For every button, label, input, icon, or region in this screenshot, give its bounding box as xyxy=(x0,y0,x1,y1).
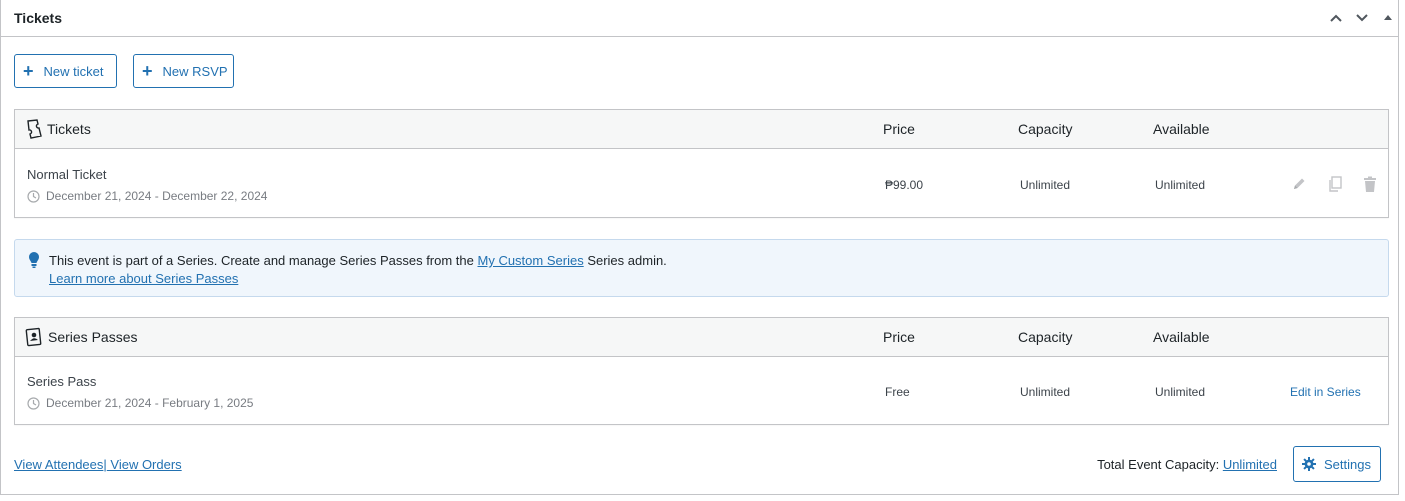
trash-icon[interactable] xyxy=(1362,176,1378,198)
clock-icon xyxy=(27,396,40,410)
notice-text: This event is part of a Series. Create a… xyxy=(49,252,667,288)
series-pass-dates: December 21, 2024 - February 1, 2025 xyxy=(27,396,253,410)
tickets-col-capacity: Capacity xyxy=(1018,121,1073,137)
series-col-available: Available xyxy=(1153,329,1210,345)
lightbulb-icon xyxy=(28,251,40,274)
series-pass-dates-text: December 21, 2024 - February 1, 2025 xyxy=(46,396,254,410)
series-passes-table: Series Passes Price Capacity Available S… xyxy=(14,317,1389,425)
tickets-col-available: Available xyxy=(1153,121,1210,137)
collapse-toggle-icon[interactable] xyxy=(1379,9,1397,27)
duplicate-icon[interactable] xyxy=(1327,176,1343,198)
series-col-name: Series Passes xyxy=(48,329,138,345)
tickets-table: Tickets Price Capacity Available Normal … xyxy=(14,109,1389,218)
ticket-available: Unlimited xyxy=(1155,178,1206,192)
new-rsvp-label: New RSVP xyxy=(162,63,228,79)
notice-text-after: Series admin. xyxy=(583,253,667,268)
move-up-icon[interactable] xyxy=(1327,9,1345,27)
view-orders-link[interactable]: View Orders xyxy=(107,457,181,472)
series-pass-capacity: Unlimited xyxy=(1020,385,1071,399)
tickets-panel: Tickets + New ticket + New RSVP Tickets … xyxy=(0,0,1399,495)
new-rsvp-button[interactable]: + New RSVP xyxy=(133,54,234,88)
move-down-icon[interactable] xyxy=(1353,9,1371,27)
my-custom-series-link[interactable]: My Custom Series xyxy=(478,253,584,268)
plus-icon: + xyxy=(23,61,34,81)
notice-text-before: This event is part of a Series. Create a… xyxy=(49,253,478,268)
series-pass-price: Free xyxy=(885,385,910,399)
series-pass-name: Series Pass xyxy=(27,374,97,389)
ticket-icon xyxy=(25,119,43,144)
new-ticket-label: New ticket xyxy=(43,63,104,79)
total-capacity-link[interactable]: Unlimited xyxy=(1223,457,1277,472)
ticket-name: Normal Ticket xyxy=(27,167,107,182)
tickets-table-header: Tickets Price Capacity Available xyxy=(15,110,1388,149)
new-ticket-button[interactable]: + New ticket xyxy=(14,54,117,88)
edit-in-series-link[interactable]: Edit in Series xyxy=(1290,385,1361,399)
series-col-capacity: Capacity xyxy=(1018,329,1073,345)
series-col-price: Price xyxy=(883,329,915,345)
ticket-dates: December 21, 2024 - December 22, 2024 xyxy=(27,189,267,203)
series-table-header: Series Passes Price Capacity Available xyxy=(15,318,1388,357)
series-pass-available: Unlimited xyxy=(1155,385,1206,399)
series-pass-icon xyxy=(25,327,43,352)
view-attendees-link[interactable]: View Attendees xyxy=(14,457,103,472)
total-capacity-label: Total Event Capacity: xyxy=(1097,457,1223,472)
panel-title: Tickets xyxy=(14,10,62,26)
panel-header: Tickets xyxy=(1,0,1399,37)
ticket-dates-text: December 21, 2024 - December 22, 2024 xyxy=(46,189,268,203)
gear-icon xyxy=(1302,457,1316,471)
plus-icon: + xyxy=(142,61,153,81)
tickets-col-price: Price xyxy=(883,121,915,137)
tickets-col-name: Tickets xyxy=(47,121,91,137)
clock-icon xyxy=(27,189,40,203)
edit-icon[interactable] xyxy=(1291,176,1307,197)
settings-button[interactable]: Settings xyxy=(1293,446,1381,482)
settings-label: Settings xyxy=(1324,456,1371,472)
ticket-capacity: Unlimited xyxy=(1020,178,1071,192)
series-notice: This event is part of a Series. Create a… xyxy=(14,239,1389,297)
total-capacity: Total Event Capacity: Unlimited xyxy=(1097,457,1277,472)
ticket-price: ₱99.00 xyxy=(885,178,924,192)
learn-more-link[interactable]: Learn more about Series Passes xyxy=(49,271,238,286)
footer-links: View Attendees| View Orders xyxy=(14,457,182,472)
